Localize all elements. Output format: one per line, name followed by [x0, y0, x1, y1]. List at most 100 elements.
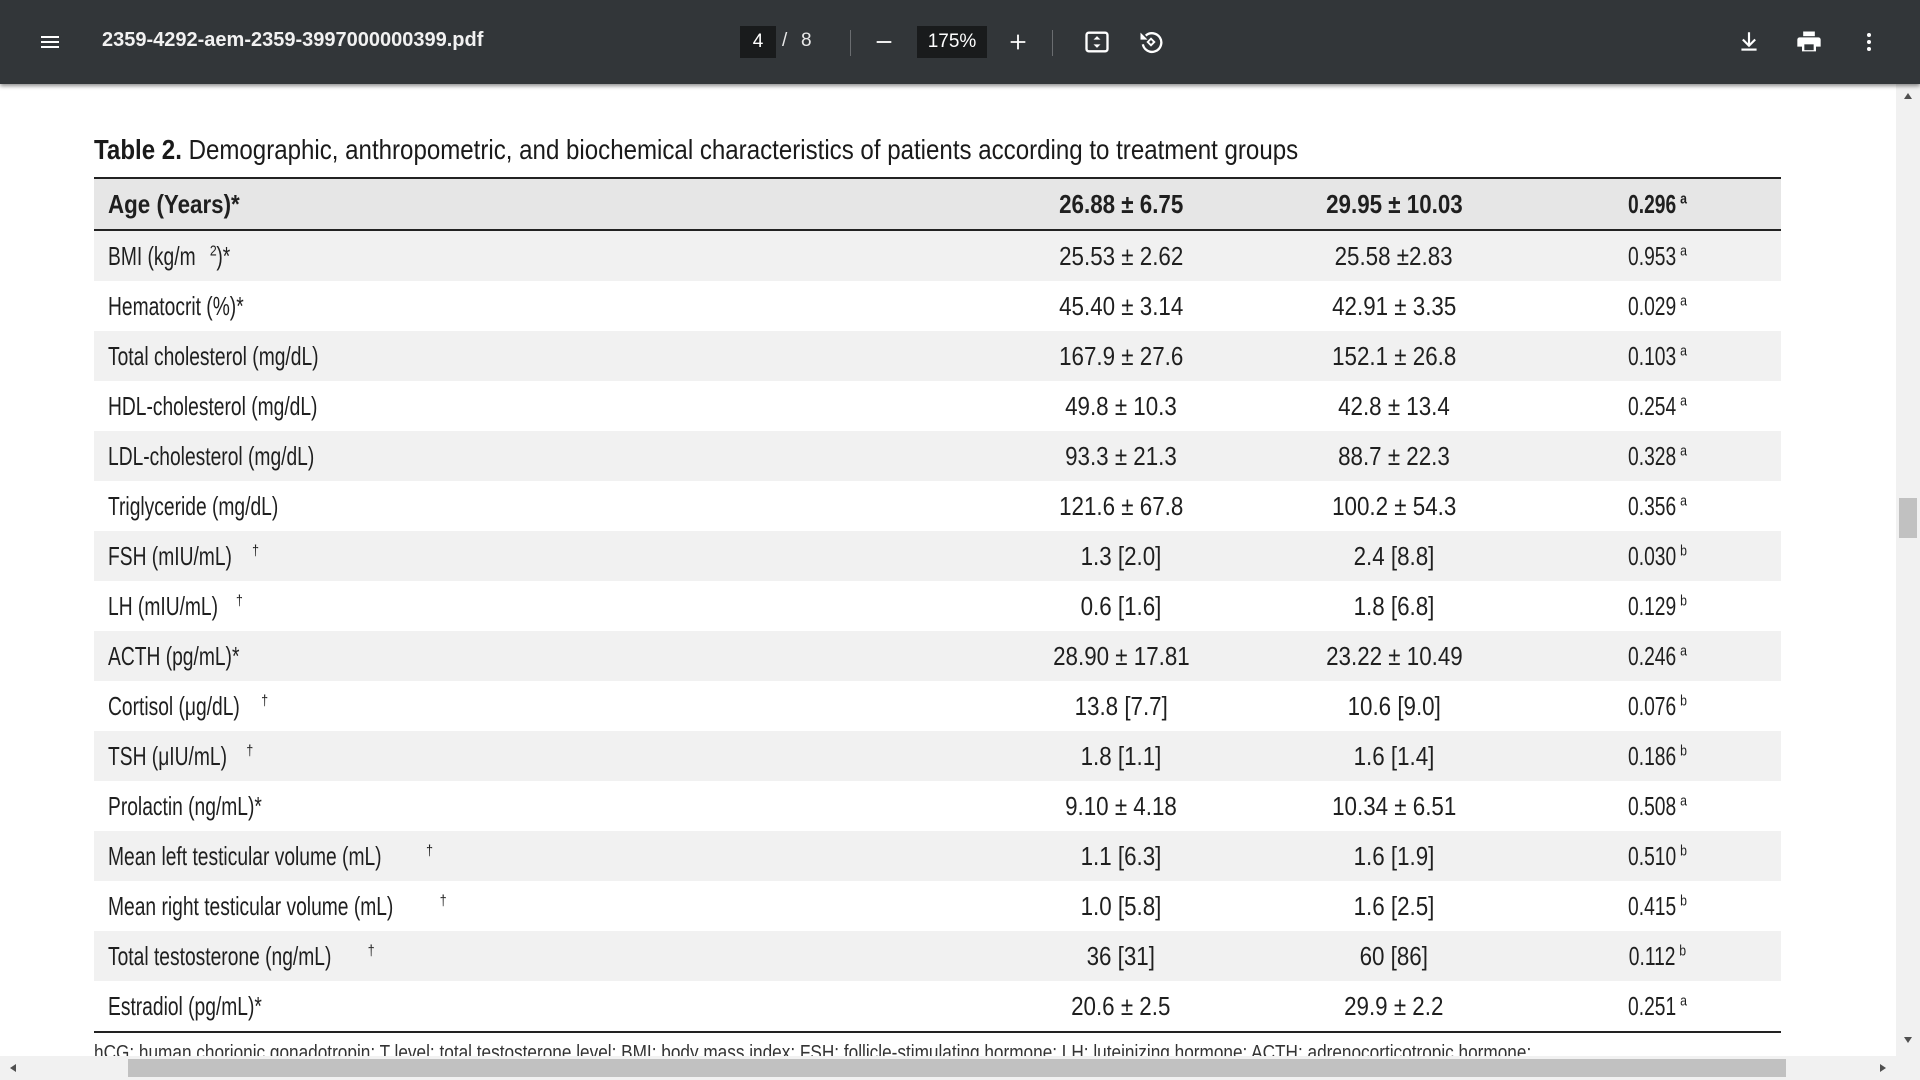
header-col1-cell: 26.88 ± 6.75	[984, 177, 1258, 231]
rotate-button[interactable]	[1131, 22, 1171, 62]
row-col1-cell: 49.8 ± 10.3	[984, 381, 1258, 431]
row-p-cell: 0.251 a	[1530, 981, 1781, 1033]
row-p-cell: 0.510 b	[1530, 831, 1781, 881]
scroll-right-button[interactable]	[1872, 1058, 1894, 1078]
row-col2-cell: 1.8 [6.8]	[1258, 581, 1530, 631]
table-row: FSH (mIU/mL) † 1.3 [2.0] 2.4 [8.8] 0.030 b	[94, 531, 1781, 581]
row-label: BMI (kg/m	[108, 240, 196, 271]
row-label-sup: †	[367, 942, 375, 959]
rotate-icon	[1140, 32, 1163, 54]
header-label: Age (Years)*	[108, 188, 240, 219]
zoom-level-input[interactable]	[917, 26, 987, 58]
print-icon	[1797, 31, 1821, 52]
row-col2: 42.8 ± 13.4	[1338, 390, 1450, 421]
row-p-cell: 0.030 b	[1530, 531, 1781, 581]
row-col2: 1.6 [1.4]	[1353, 740, 1435, 771]
row-label: Mean right testicular volume (mL)	[108, 890, 394, 921]
row-p-cell: 0.254 a	[1530, 381, 1781, 431]
horizontal-scroll-thumb[interactable]	[128, 1059, 1786, 1077]
toolbar-divider	[850, 30, 851, 56]
row-col1: 13.8 [7.7]	[1074, 690, 1168, 721]
row-p-value: 0.186	[1628, 740, 1677, 771]
row-col2-cell: 1.6 [2.5]	[1258, 881, 1530, 931]
row-p-cell: 0.356 a	[1530, 481, 1781, 531]
row-label-cell: HDL-cholesterol (mg/dL)	[94, 381, 984, 431]
row-col1: 25.53 ± 2.62	[1058, 240, 1184, 271]
pdf-page: Table 2. Demographic, anthropometric, an…	[0, 84, 1896, 1056]
table-row: HDL-cholesterol (mg/dL) 49.8 ± 10.3 42.8 ±…	[94, 381, 1781, 431]
row-p-cell: 0.076 b	[1530, 681, 1781, 731]
scroll-left-button[interactable]	[2, 1058, 24, 1078]
table-caption-number: Table 2.	[94, 134, 182, 165]
row-col2-cell: 25.58 ±2.83	[1258, 230, 1530, 281]
page-separator: /	[782, 30, 788, 51]
scroll-down-button[interactable]	[1896, 1030, 1920, 1050]
row-col2: 1.6 [1.9]	[1353, 840, 1435, 871]
header-col2: 29.95 ± 10.03	[1325, 188, 1463, 219]
row-col1-cell: 20.6 ± 2.5	[984, 981, 1258, 1033]
row-p-sup: b	[1679, 942, 1687, 959]
row-col2-cell: 2.4 [8.8]	[1258, 531, 1530, 581]
menu-button[interactable]	[30, 22, 70, 62]
row-col1-cell: 25.53 ± 2.62	[984, 230, 1258, 281]
row-p-sup: a	[1680, 442, 1687, 459]
row-label: Mean left testicular volume (mL)	[108, 840, 382, 871]
row-col2: 1.8 [6.8]	[1353, 590, 1435, 621]
header-label-cell: Age (Years)*	[94, 177, 984, 231]
zoom-out-button[interactable]	[864, 22, 904, 62]
vertical-scroll-thumb[interactable]	[1899, 498, 1917, 538]
row-label-sup: †	[252, 542, 259, 559]
more-options-button[interactable]	[1849, 22, 1889, 62]
row-col2: 100.2 ± 54.3	[1331, 490, 1457, 521]
row-p-sup: a	[1680, 292, 1687, 309]
row-p-value: 0.076	[1628, 690, 1677, 721]
row-label-cell: Total testosterone (ng/mL) †	[94, 931, 984, 981]
row-label-cell: LDL-cholesterol (mg/dL)	[94, 431, 984, 481]
row-col2-cell: 10.34 ± 6.51	[1258, 781, 1530, 831]
scroll-up-button[interactable]	[1896, 86, 1920, 106]
row-col2-cell: 42.91 ± 3.35	[1258, 281, 1530, 331]
row-p-sup: b	[1680, 542, 1687, 559]
row-col2: 1.6 [2.5]	[1353, 890, 1435, 921]
row-label-cell: TSH (μIU/mL) †	[94, 731, 984, 781]
row-p-cell: 0.129 b	[1530, 581, 1781, 631]
zoom-in-button[interactable]	[998, 22, 1038, 62]
row-col1-cell: 1.1 [6.3]	[984, 831, 1258, 881]
table-row: Triglyceride (mg/dL) 121.6 ± 67.8 100.2 ± …	[94, 481, 1781, 531]
row-col2: 23.22 ± 10.49	[1325, 640, 1463, 671]
row-col1: 9.10 ± 4.18	[1065, 790, 1177, 821]
row-col2: 2.4 [8.8]	[1353, 540, 1435, 571]
row-p-value: 0.953	[1628, 240, 1677, 271]
table-row: Total testosterone (ng/mL) † 36 [31] 60 [86…	[94, 931, 1781, 981]
download-button[interactable]	[1729, 22, 1769, 62]
fit-to-page-button[interactable]	[1077, 22, 1117, 62]
row-col1: 167.9 ± 27.6	[1058, 340, 1184, 371]
row-label: Prolactin (ng/mL)*	[108, 790, 262, 821]
row-label: Triglyceride (mg/dL)	[108, 490, 279, 521]
arrow-right-icon	[1880, 1064, 1886, 1072]
row-label: Total cholesterol (mg/dL)	[108, 340, 319, 371]
row-p-cell: 0.186 b	[1530, 731, 1781, 781]
row-p-value: 0.129	[1628, 590, 1677, 621]
arrow-up-icon	[1904, 93, 1912, 99]
row-label: ACTH (pg/mL)*	[108, 640, 240, 671]
table-caption: Table 2. Demographic, anthropometric, an…	[94, 134, 1298, 166]
more-vert-icon	[1867, 33, 1871, 51]
row-label: HDL-cholesterol (mg/dL)	[108, 390, 318, 421]
page-number-input[interactable]	[740, 26, 776, 58]
row-col1-cell: 36 [31]	[984, 931, 1258, 981]
row-col2-cell: 152.1 ± 26.8	[1258, 331, 1530, 381]
vertical-scrollbar[interactable]	[1896, 84, 1920, 1056]
row-label-cell: Cortisol (μg/dL) †	[94, 681, 984, 731]
row-label-sup: †	[246, 742, 254, 759]
row-col2-cell: 1.6 [1.4]	[1258, 731, 1530, 781]
row-col1: 20.6 ± 2.5	[1071, 990, 1171, 1021]
row-label-cell: Mean right testicular volume (mL) †	[94, 881, 984, 931]
row-p-sup: a	[1680, 392, 1687, 409]
row-col1-cell: 121.6 ± 67.8	[984, 481, 1258, 531]
row-p-sup: a	[1680, 492, 1687, 509]
row-label-cell: Hematocrit (%)*	[94, 281, 984, 331]
row-col1: 0.6 [1.6]	[1080, 590, 1162, 621]
table-row: Cortisol (μg/dL) † 13.8 [7.7] 10.6 [9.0] 0.0…	[94, 681, 1781, 731]
print-button[interactable]	[1789, 22, 1829, 62]
